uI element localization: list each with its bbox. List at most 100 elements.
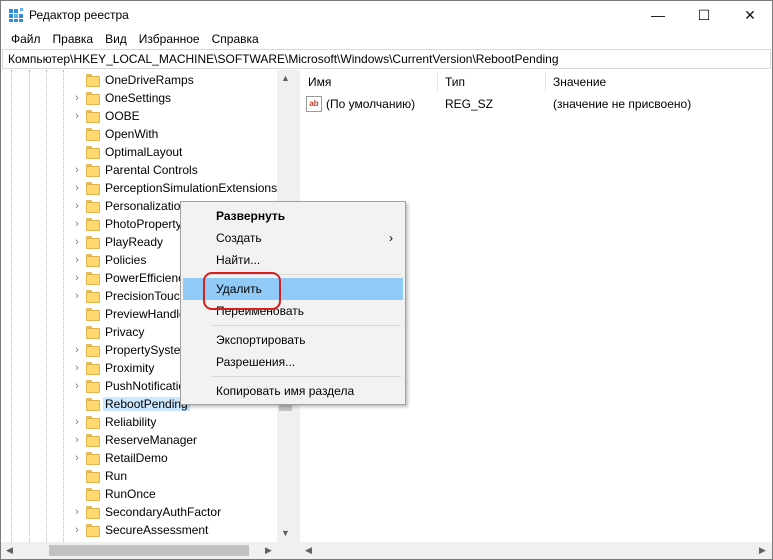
column-header-name[interactable]: Имя — [300, 70, 331, 94]
folder-icon — [85, 145, 100, 159]
tree-item[interactable]: › ReserveManager — [1, 431, 277, 449]
menu-item-rename[interactable]: Переименовать — [183, 300, 403, 322]
menu-item-label: Экспортировать — [216, 333, 306, 347]
menu-item-copy-key-name[interactable]: Копировать имя раздела — [183, 380, 403, 402]
expand-chevron-icon[interactable]: › — [72, 218, 82, 230]
expand-chevron-icon[interactable]: › — [72, 290, 82, 302]
tree-item-label: RebootPending — [103, 397, 190, 411]
menu-file[interactable]: Файл — [5, 29, 47, 49]
address-bar[interactable]: Компьютер\HKEY_LOCAL_MACHINE\SOFTWARE\Mi… — [2, 49, 771, 69]
menu-item-find[interactable]: Найти... — [183, 249, 403, 271]
expand-chevron-icon[interactable]: › — [72, 272, 82, 284]
folder-icon — [85, 271, 100, 285]
menu-favorites[interactable]: Избранное — [133, 29, 206, 49]
folder-icon — [85, 73, 100, 87]
folder-icon — [85, 379, 100, 393]
expand-chevron-icon[interactable]: › — [72, 200, 82, 212]
expand-chevron-icon[interactable]: › — [72, 236, 82, 248]
tree-item[interactable]: › Reliability — [1, 413, 277, 431]
tree-item[interactable]: › OneSettings — [1, 89, 277, 107]
menu-item-label: Развернуть — [216, 209, 286, 223]
tree-item-label: PreviewHandle — [105, 307, 186, 321]
tree-item-label: OpenWith — [105, 127, 159, 141]
tree-item[interactable]: › SecondaryAuthFactor — [1, 503, 277, 521]
scroll-left-icon[interactable]: ◀ — [300, 542, 317, 559]
string-value-icon: ab — [306, 96, 322, 112]
tree-item-label: SecureAssessment — [105, 523, 209, 537]
value-type: REG_SZ — [445, 97, 494, 111]
tree-item-label: Run — [105, 469, 128, 483]
value-data: (значение не присвоено) — [553, 97, 692, 111]
tree-item[interactable]: › OOBE — [1, 107, 277, 125]
tree-item-label: Policies — [105, 253, 147, 267]
scroll-up-icon[interactable]: ▲ — [277, 70, 294, 87]
scroll-left-icon[interactable]: ◀ — [1, 542, 18, 559]
title-bar[interactable]: Редактор реестра — ☐ ✕ — [1, 1, 772, 29]
expand-chevron-icon[interactable]: › — [72, 524, 82, 536]
tree-item[interactable]: OptimalLayout — [1, 143, 277, 161]
expand-chevron-icon[interactable]: › — [72, 164, 82, 176]
menu-item-delete[interactable]: Удалить — [183, 278, 403, 300]
values-horizontal-scrollbar[interactable]: ◀ ▶ — [300, 542, 772, 559]
tree-item-label: OneDriveRamps — [105, 73, 194, 87]
tree-item-label: Reliability — [105, 415, 157, 429]
scroll-right-icon[interactable]: ▶ — [260, 542, 277, 559]
tree-item-label: OneSettings — [105, 91, 172, 105]
menu-item-expand[interactable]: Развернуть — [183, 205, 403, 227]
expand-chevron-icon[interactable]: › — [72, 92, 82, 104]
folder-icon — [85, 451, 100, 465]
menu-item-create[interactable]: Создать › — [183, 227, 403, 249]
scroll-thumb[interactable] — [49, 545, 249, 556]
expand-chevron-icon[interactable]: › — [72, 452, 82, 464]
expand-chevron-icon[interactable]: › — [72, 380, 82, 392]
menu-help[interactable]: Справка — [206, 29, 265, 49]
value-row[interactable]: ab (По умолчанию) REG_SZ (значение не пр… — [300, 95, 771, 113]
folder-icon — [85, 181, 100, 195]
tree-item[interactable]: Run — [1, 467, 277, 485]
menu-view[interactable]: Вид — [99, 29, 133, 49]
regedit-window: Редактор реестра — ☐ ✕ Файл Правка Вид И… — [0, 0, 773, 560]
menu-edit[interactable]: Правка — [47, 29, 100, 49]
tree-item-label: RetailDemo — [105, 451, 168, 465]
menu-item-label: Переименовать — [216, 304, 304, 318]
column-header-type[interactable]: Тип — [437, 70, 465, 94]
expand-chevron-icon[interactable]: › — [72, 362, 82, 374]
folder-icon — [85, 397, 100, 411]
scroll-right-icon[interactable]: ▶ — [754, 542, 771, 559]
tree-item[interactable]: RunOnce — [1, 485, 277, 503]
expand-chevron-icon[interactable]: › — [72, 110, 82, 122]
expand-chevron-icon[interactable]: › — [72, 416, 82, 428]
expand-chevron-icon[interactable]: › — [72, 344, 82, 356]
folder-icon — [85, 289, 100, 303]
tree-item[interactable]: OneDriveRamps — [1, 71, 277, 89]
maximize-icon: ☐ — [697, 6, 711, 23]
menu-separator — [211, 376, 401, 377]
tree-item[interactable]: › RetailDemo — [1, 449, 277, 467]
expand-chevron-icon[interactable]: › — [72, 506, 82, 518]
expand-chevron-icon[interactable]: › — [72, 254, 82, 266]
tree-item-label: OptimalLayout — [105, 145, 183, 159]
expand-chevron-icon[interactable]: › — [72, 182, 82, 194]
value-name: (По умолчанию) — [326, 97, 416, 111]
expand-chevron-icon[interactable]: › — [72, 434, 82, 446]
column-header-value[interactable]: Значение — [545, 70, 606, 94]
tree-item-label: Proximity — [105, 361, 155, 375]
maximize-button[interactable]: ☐ — [681, 1, 727, 29]
folder-icon — [85, 307, 100, 321]
menu-item-label: Удалить — [216, 282, 262, 296]
close-button[interactable]: ✕ — [727, 1, 773, 29]
tree-item[interactable]: › PerceptionSimulationExtensions — [1, 179, 277, 197]
tree-item[interactable]: › SecureAssessment — [1, 521, 277, 539]
minimize-button[interactable]: — — [635, 1, 681, 29]
tree-item[interactable]: OpenWith — [1, 125, 277, 143]
menu-item-permissions[interactable]: Разрешения... — [183, 351, 403, 373]
tree-horizontal-scrollbar[interactable]: ◀ ▶ — [1, 542, 294, 559]
tree-item[interactable]: › Parental Controls — [1, 161, 277, 179]
menu-item-export[interactable]: Экспортировать — [183, 329, 403, 351]
tree-item-label: Parental Controls — [105, 163, 198, 177]
folder-icon — [85, 361, 100, 375]
scroll-down-icon[interactable]: ▼ — [277, 525, 294, 542]
tree-item-label: PushNotificatio — [105, 379, 186, 393]
window-title: Редактор реестра — [29, 8, 129, 22]
regedit-app-icon — [9, 8, 23, 22]
